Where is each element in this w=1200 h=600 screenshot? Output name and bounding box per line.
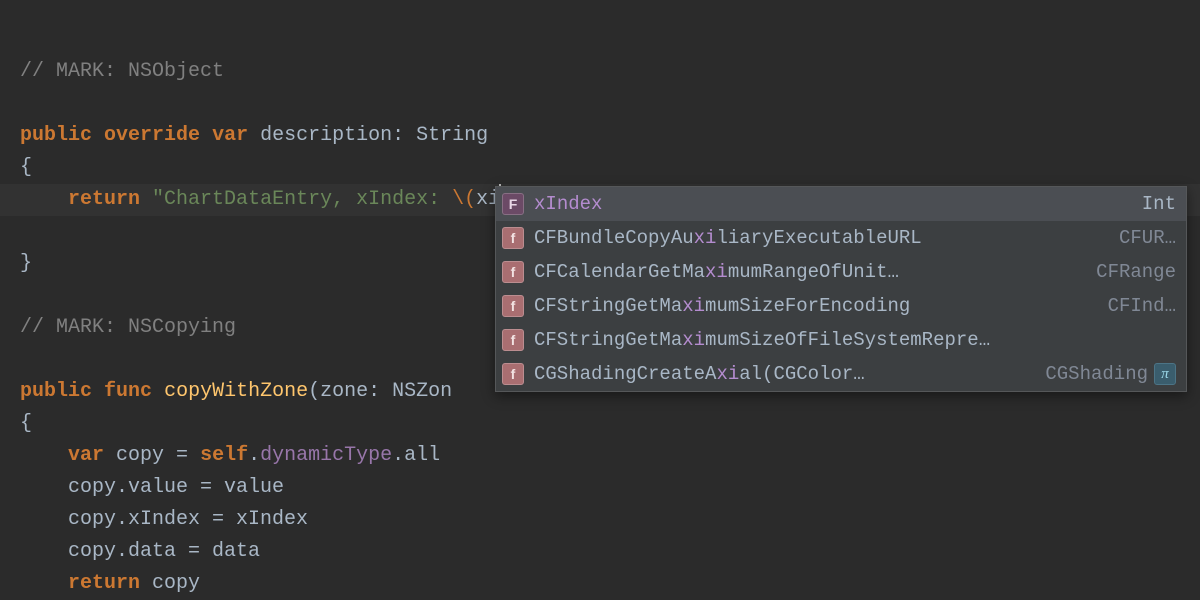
autocomplete-item-name: CGShadingCreateAxial(CGColor… [534,358,1035,390]
autocomplete-item-type: CFUR… [1119,222,1176,254]
more-results-pi-icon[interactable]: π [1154,363,1176,385]
keyword-public-2: public [20,380,92,403]
autocomplete-item-type: CGShadingπ [1045,358,1176,390]
prop-dynamictype: dynamicType [260,444,392,467]
autocomplete-item[interactable]: f CGShadingCreateAxial(CGColor… CGShadingπ [496,357,1186,391]
copy-decl: copy = [116,444,200,467]
assign-xindex: copy.xIndex = xIndex [68,508,308,531]
autocomplete-item-name: CFStringGetMaximumSizeForEncoding [534,290,1098,322]
interp-open-1: \( [452,188,476,211]
func-name-copywithzone: copyWithZone [164,380,308,403]
autocomplete-item[interactable]: f CFStringGetMaximumSizeForEncoding CFInd… [496,289,1186,323]
comment-mark-nsobject: // MARK: NSObject [20,60,224,83]
autocomplete-item[interactable]: f CFStringGetMaximumSizeOfFileSystemRepre… [496,323,1186,357]
function-icon: f [502,261,524,283]
autocomplete-item-name: xIndex [534,188,1132,220]
autocomplete-item-name: CFCalendarGetMaximumRangeOfUnit… [534,256,1086,288]
keyword-self: self [200,444,248,467]
autocomplete-item-name: CFBundleCopyAuxiliaryExecutableURL [534,222,1109,254]
param-type-nszone-truncated: NSZon [392,380,452,403]
comment-mark-nscopying: // MARK: NSCopying [20,316,236,339]
assign-value: copy.value = value [68,476,284,499]
alloc-call-truncated: .all [392,444,440,467]
autocomplete-popup[interactable]: FxIndex Int f CFBundleCopyAuxiliaryExecutab… [495,186,1187,392]
function-icon: f [502,227,524,249]
keyword-return-2: return [68,572,140,595]
brace-open-2: { [20,412,32,435]
return-val: copy [140,572,200,595]
dot-1: . [248,444,260,467]
autocomplete-item-name: CFStringGetMaximumSizeOfFileSystemRepre… [534,324,1166,356]
string-literal-lead: "ChartDataEntry, xIndex: [152,188,452,211]
field-icon: F [502,193,524,215]
keyword-override: override [104,124,200,147]
paren-open: ( [308,380,320,403]
brace-close: } [20,252,32,275]
type-string: String [416,124,488,147]
keyword-public: public [20,124,92,147]
autocomplete-item[interactable]: f CFBundleCopyAuxiliaryExecutableURL CFUR… [496,221,1186,255]
function-icon: f [502,295,524,317]
param-name-zone: zone [320,380,368,403]
brace-open: { [20,156,32,179]
var-name-description: description [260,124,392,147]
autocomplete-item[interactable]: FxIndex Int [496,187,1186,221]
autocomplete-item-type: Int [1142,188,1176,220]
function-icon: f [502,329,524,351]
keyword-return: return [68,188,140,211]
autocomplete-item-type: CFInd… [1108,290,1176,322]
keyword-func: func [104,380,152,403]
assign-data: copy.data = data [68,540,260,563]
function-icon: f [502,363,524,385]
autocomplete-item-type: CFRange [1096,256,1176,288]
autocomplete-item[interactable]: f CFCalendarGetMaximumRangeOfUnit… CFRange [496,255,1186,289]
keyword-var: var [212,124,248,147]
keyword-var-2: var [68,444,104,467]
